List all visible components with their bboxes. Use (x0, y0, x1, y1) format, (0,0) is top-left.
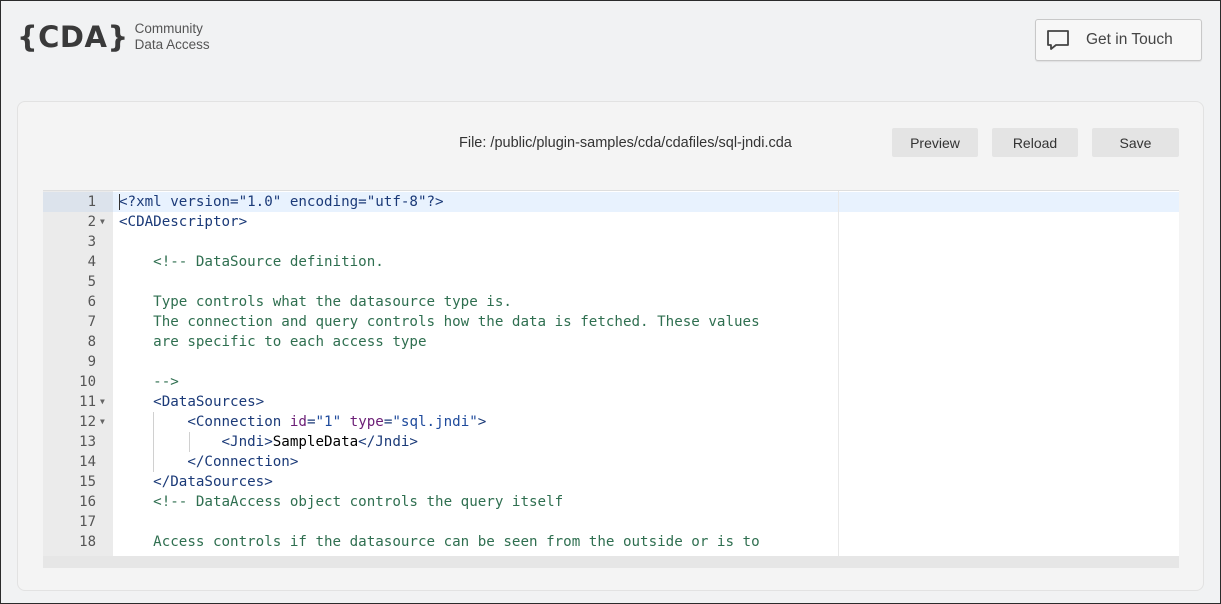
code-editor[interactable]: 1 <?xml version="1.0" encoding="utf-8"?> 2… (43, 190, 1179, 568)
code-token: <Connection (119, 414, 290, 430)
code-line[interactable]: 12 ▼ <Connection id="1" type="sql.jndi"> (43, 412, 1179, 432)
code-token: --> (119, 374, 179, 390)
code-text: The connection and query controls how th… (119, 312, 760, 332)
line-number: 13 (79, 434, 96, 450)
code-line[interactable]: 18 Access controls if the datasource can… (43, 532, 1179, 552)
code-line[interactable]: 13 <Jndi>SampleData</Jndi> (43, 432, 1179, 452)
code-text: <!-- DataSource definition. (119, 252, 384, 272)
text-cursor (119, 194, 120, 210)
line-number: 3 (87, 234, 96, 250)
code-line[interactable]: 4 <!-- DataSource definition. (43, 252, 1179, 272)
code-token: > (477, 414, 487, 430)
code-line[interactable]: 17 (43, 512, 1179, 532)
code-text: <?xml version="1.0" encoding="utf-8"?> (119, 192, 444, 212)
get-in-touch-label: Get in Touch (1086, 31, 1173, 48)
fold-arrow-icon[interactable]: ▼ (100, 392, 105, 412)
code-line[interactable]: 2 ▼ <CDADescriptor> (43, 212, 1179, 232)
preview-button[interactable]: Preview (892, 128, 978, 157)
line-number: 14 (79, 454, 96, 470)
line-number: 4 (87, 254, 96, 270)
code-line[interactable]: 15 </DataSources> (43, 472, 1179, 492)
code-text: <Jndi>SampleData</Jndi> (119, 432, 418, 452)
line-number: 15 (79, 474, 96, 490)
code-token: The connection and query controls how th… (119, 314, 760, 330)
code-line[interactable]: 10 --> (43, 372, 1179, 392)
code-token: </DataSources> (119, 474, 273, 490)
code-token: <Jndi> (119, 434, 273, 450)
code-text: <Connection id="1" type="sql.jndi"> (119, 412, 486, 432)
reload-button[interactable]: Reload (992, 128, 1078, 157)
line-number: 18 (79, 534, 96, 550)
code-line[interactable]: 5 (43, 272, 1179, 292)
code-token: <!-- DataSource definition. (119, 254, 384, 270)
line-number: 11 (79, 394, 96, 410)
line-number: 9 (87, 354, 96, 370)
line-number: 5 (87, 274, 96, 290)
logo-line-data-access: Data Access (134, 37, 210, 52)
get-in-touch-button[interactable]: Get in Touch (1035, 19, 1202, 61)
logo: {CDA} Community Data Access (17, 21, 210, 53)
code-token: <!-- DataAccess object controls the quer… (119, 494, 564, 510)
code-line[interactable]: 16 <!-- DataAccess object controls the q… (43, 492, 1179, 512)
line-number: 12 (79, 414, 96, 430)
code-token: <?xml version="1.0" encoding="utf-8"?> (119, 194, 444, 210)
save-button[interactable]: Save (1092, 128, 1179, 157)
code-token: Type controls what the datasource type i… (119, 294, 512, 310)
line-number: 2 (87, 214, 96, 230)
code-token: </Jndi> (358, 434, 418, 450)
file-path: File: /public/plugin-samples/cda/cdafile… (459, 135, 792, 151)
code-line[interactable]: 3 (43, 232, 1179, 252)
fold-arrow-icon[interactable]: ▼ (100, 212, 105, 232)
line-number: 10 (79, 374, 96, 390)
logo-line-community: Community (134, 21, 203, 36)
code-text: <!-- DataAccess object controls the quer… (119, 492, 563, 512)
code-text: <CDADescriptor> (119, 212, 247, 232)
line-number: 1 (87, 194, 96, 210)
code-text: are specific to each access type (119, 332, 427, 352)
code-token: "sql.jndi" (392, 414, 478, 430)
code-text: <DataSources> (119, 392, 264, 412)
line-number: 8 (87, 334, 96, 350)
line-number: 16 (79, 494, 96, 510)
code-token: Access controls if the datasource can be… (119, 534, 760, 550)
code-text: Type controls what the datasource type i… (119, 292, 512, 312)
code-token: SampleData (272, 434, 359, 450)
code-token: id (289, 414, 307, 430)
code-line[interactable]: 11 ▼ <DataSources> (43, 392, 1179, 412)
line-number: 6 (87, 294, 96, 310)
code-text: </DataSources> (119, 472, 273, 492)
fold-arrow-icon[interactable]: ▼ (100, 412, 105, 432)
code-text: </Connection> (119, 452, 298, 472)
code-line[interactable]: 9 (43, 352, 1179, 372)
code-line[interactable]: 7 The connection and query controls how … (43, 312, 1179, 332)
logo-mark: {CDA} (17, 19, 129, 54)
code-token: are specific to each access type (119, 334, 427, 350)
code-lines: 1 <?xml version="1.0" encoding="utf-8"?> 2… (43, 192, 1179, 552)
code-token: "1" (315, 414, 342, 430)
code-token: <CDADescriptor> (119, 214, 248, 230)
code-line[interactable]: 6 Type controls what the datasource type… (43, 292, 1179, 312)
code-token: <DataSources> (119, 394, 265, 410)
code-line[interactable]: 14 </Connection> (43, 452, 1179, 472)
code-text: --> (119, 372, 179, 392)
chat-bubble-icon (1047, 30, 1069, 50)
code-line[interactable]: 1 <?xml version="1.0" encoding="utf-8"?> (43, 192, 1179, 212)
line-number: 7 (87, 314, 96, 330)
code-text: Access controls if the datasource can be… (119, 532, 760, 552)
logo-text: Community Data Access (135, 21, 210, 53)
horizontal-scrollbar[interactable] (43, 556, 1179, 568)
code-token: type (349, 414, 384, 430)
line-number: 17 (79, 514, 96, 530)
code-line[interactable]: 8 are specific to each access type (43, 332, 1179, 352)
code-token: </Connection> (119, 454, 299, 470)
